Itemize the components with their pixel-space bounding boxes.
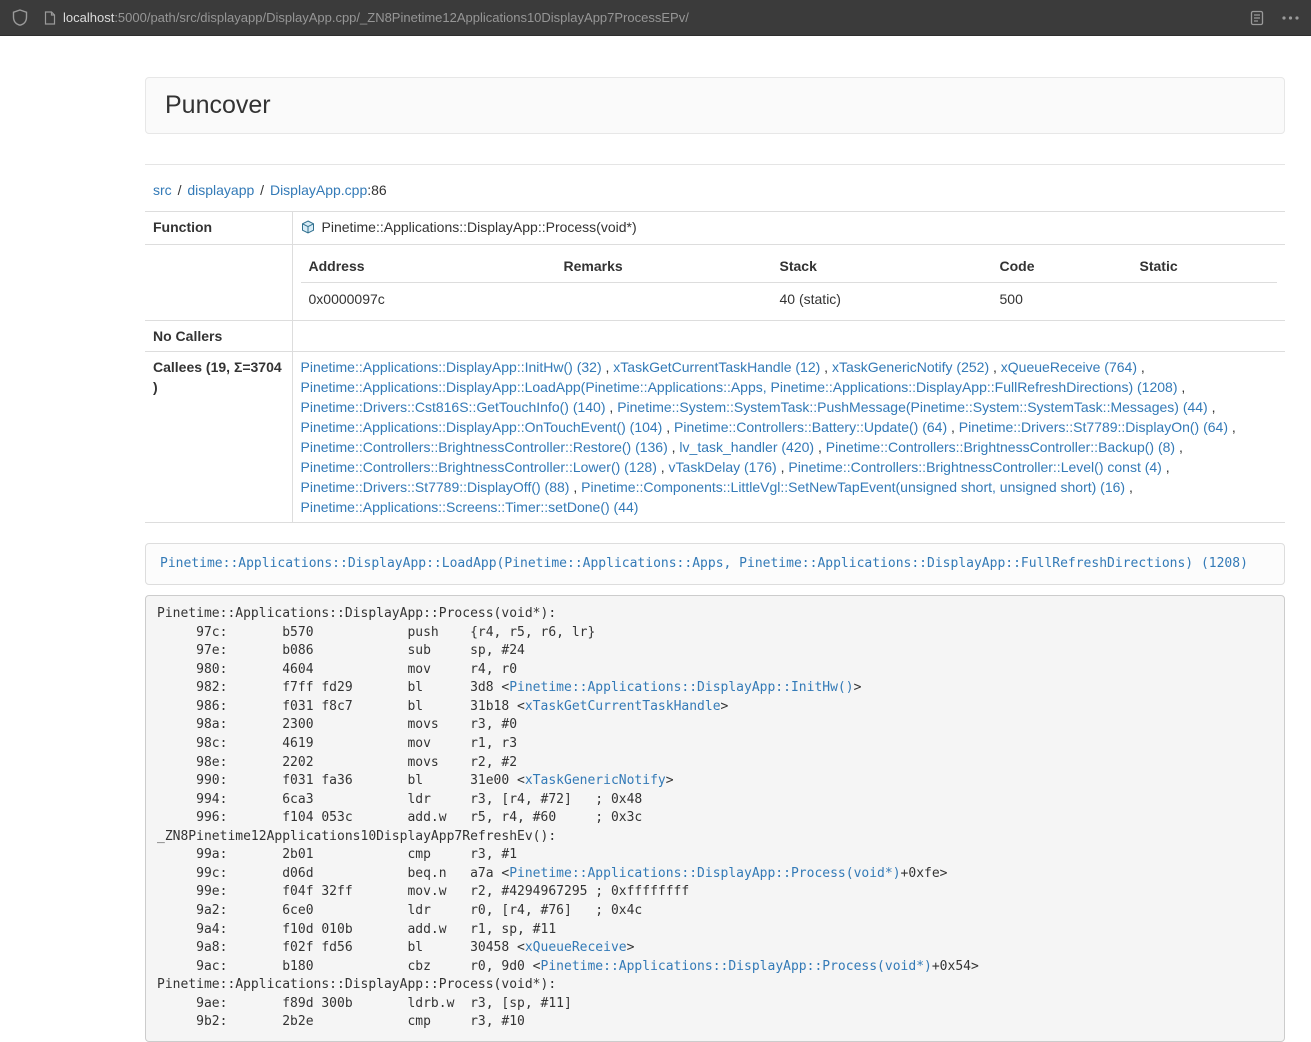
- details-row-label: [145, 245, 292, 321]
- assembly-symbol-link[interactable]: Pinetime::Applications::DisplayApp::Init…: [509, 680, 853, 695]
- callee-link[interactable]: Pinetime::Applications::DisplayApp::Load…: [301, 379, 1178, 395]
- callee-link[interactable]: xQueueReceive (764): [1001, 359, 1137, 375]
- breadcrumb-file[interactable]: DisplayApp.cpp: [270, 182, 367, 198]
- column-stack: Stack: [772, 250, 992, 283]
- function-name: Pinetime::Applications::DisplayApp::Proc…: [322, 219, 637, 235]
- no-callers-cell: [292, 321, 1285, 352]
- function-name-cell: Pinetime::Applications::DisplayApp::Proc…: [292, 212, 1285, 245]
- callee-link[interactable]: Pinetime::Applications::DisplayApp::Init…: [301, 359, 602, 375]
- breadcrumb: src / displayapp / DisplayApp.cpp:86: [145, 182, 1285, 198]
- assembly-symbol-link[interactable]: xQueueReceive: [525, 940, 627, 955]
- symbol-table: Function Pinetime::Applications::Display…: [145, 211, 1285, 523]
- breadcrumb-separator: /: [260, 182, 264, 198]
- app-title: Puncover: [165, 91, 1265, 120]
- details-cell: Address Remarks Stack Code Static 0x0000…: [292, 245, 1285, 321]
- page-favicon-icon: [44, 11, 56, 25]
- breadcrumb-separator: /: [178, 182, 182, 198]
- browser-chrome: localhost:5000/path/src/displayapp/Displ…: [0, 0, 1311, 36]
- callee-link[interactable]: Pinetime::Drivers::St7789::DisplayOn() (…: [959, 419, 1228, 435]
- callee-link[interactable]: Pinetime::Controllers::BrightnessControl…: [826, 439, 1175, 455]
- url-text: localhost:5000/path/src/displayapp/Displ…: [63, 10, 689, 25]
- assembly-symbol-link[interactable]: xTaskGenericNotify: [525, 773, 666, 788]
- assembly-symbol-link[interactable]: Pinetime::Applications::DisplayApp::Proc…: [541, 959, 932, 974]
- highlighted-symbol-box: Pinetime::Applications::DisplayApp::Load…: [145, 543, 1285, 585]
- callees-list: Pinetime::Applications::DisplayApp::Init…: [292, 352, 1285, 523]
- app-header: Puncover: [145, 77, 1285, 134]
- callee-link[interactable]: Pinetime::Applications::DisplayApp::OnTo…: [301, 419, 663, 435]
- function-label: Function: [145, 212, 292, 245]
- address-value: 0x0000097c: [301, 283, 556, 316]
- callee-link[interactable]: Pinetime::Controllers::Battery::Update()…: [674, 419, 947, 435]
- url-path: :5000/path/src/displayapp/DisplayApp.cpp…: [114, 10, 689, 25]
- reader-mode-icon[interactable]: [1250, 10, 1264, 26]
- code-value: 500: [992, 283, 1132, 316]
- column-address: Address: [301, 250, 556, 283]
- breadcrumb-displayapp[interactable]: displayapp: [187, 182, 254, 198]
- function-icon: [301, 219, 315, 239]
- column-remarks: Remarks: [556, 250, 772, 283]
- callee-link[interactable]: Pinetime::Drivers::Cst816S::GetTouchInfo…: [301, 399, 606, 415]
- callee-link[interactable]: Pinetime::Controllers::BrightnessControl…: [788, 459, 1161, 475]
- no-callers-label: No Callers: [145, 321, 292, 352]
- callee-link[interactable]: lv_task_handler (420): [679, 439, 814, 455]
- menu-dots-icon[interactable]: [1282, 16, 1299, 20]
- divider: [145, 164, 1285, 165]
- breadcrumb-src[interactable]: src: [153, 182, 172, 198]
- highlighted-callee-link[interactable]: Pinetime::Applications::DisplayApp::Load…: [160, 556, 1248, 571]
- column-code: Code: [992, 250, 1132, 283]
- callee-link[interactable]: Pinetime::Components::LittleVgl::SetNewT…: [581, 479, 1125, 495]
- details-header-row: Address Remarks Stack Code Static: [301, 250, 1278, 283]
- callee-link[interactable]: Pinetime::Drivers::St7789::DisplayOff() …: [301, 479, 570, 495]
- callee-link[interactable]: Pinetime::Controllers::BrightnessControl…: [301, 459, 657, 475]
- breadcrumb-line-number: :86: [367, 182, 386, 198]
- url-bar[interactable]: localhost:5000/path/src/displayapp/Displ…: [44, 10, 1240, 25]
- assembly-symbol-link[interactable]: Pinetime::Applications::DisplayApp::Proc…: [509, 866, 900, 881]
- url-host: localhost: [63, 10, 114, 25]
- shield-icon[interactable]: [12, 9, 28, 26]
- static-value: [1132, 283, 1278, 316]
- callee-link[interactable]: Pinetime::Controllers::BrightnessControl…: [301, 439, 668, 455]
- column-static: Static: [1132, 250, 1278, 283]
- page-container: Puncover src / displayapp / DisplayApp.c…: [145, 77, 1285, 1042]
- callees-row: Callees (19, Σ=3704 ) Pinetime::Applicat…: [145, 352, 1285, 523]
- callees-label: Callees (19, Σ=3704 ): [145, 352, 292, 523]
- stack-value: 40 (static): [772, 283, 992, 316]
- callee-link[interactable]: Pinetime::Applications::Screens::Timer::…: [301, 499, 639, 515]
- function-row: Function Pinetime::Applications::Display…: [145, 212, 1285, 245]
- no-callers-row: No Callers: [145, 321, 1285, 352]
- details-table: Address Remarks Stack Code Static 0x0000…: [301, 250, 1278, 315]
- assembly-code: Pinetime::Applications::DisplayApp::Proc…: [145, 595, 1285, 1042]
- callee-link[interactable]: xTaskGetCurrentTaskHandle (12): [613, 359, 820, 375]
- callee-link[interactable]: xTaskGenericNotify (252): [832, 359, 989, 375]
- details-data-row: 0x0000097c 40 (static) 500: [301, 283, 1278, 316]
- remarks-value: [556, 283, 772, 316]
- details-row: Address Remarks Stack Code Static 0x0000…: [145, 245, 1285, 321]
- assembly-symbol-link[interactable]: xTaskGetCurrentTaskHandle: [525, 699, 721, 714]
- callee-link[interactable]: Pinetime::System::SystemTask::PushMessag…: [617, 399, 1208, 415]
- callee-link[interactable]: vTaskDelay (176): [669, 459, 777, 475]
